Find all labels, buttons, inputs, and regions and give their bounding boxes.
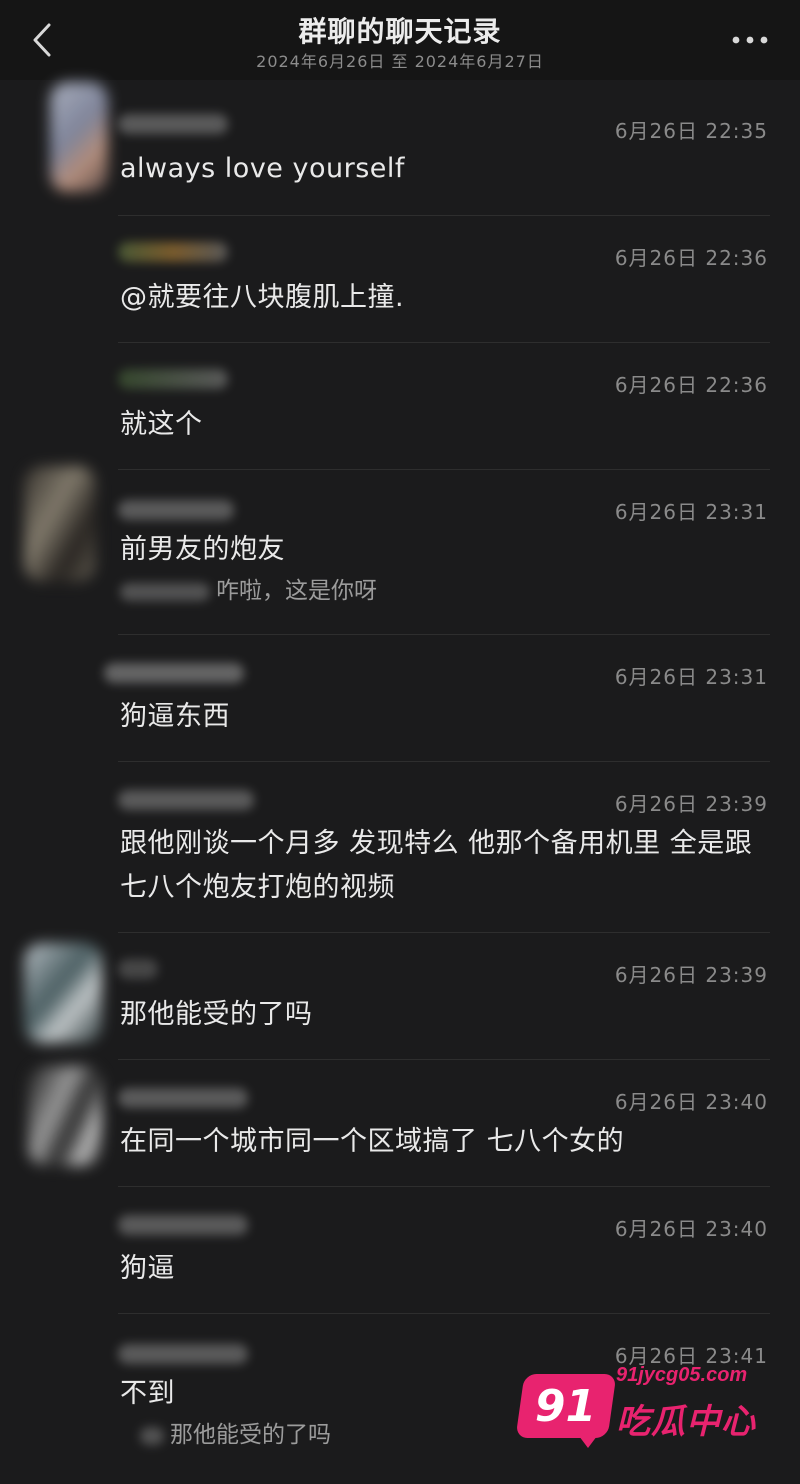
sender-name xyxy=(118,1344,248,1364)
sender-name xyxy=(118,1088,248,1108)
sender-name xyxy=(118,959,158,979)
page-title: 群聊的聊天记录 xyxy=(298,15,502,48)
quoted-text: 咋啦，这是你呀 xyxy=(216,578,377,604)
nav-bar: 群聊的聊天记录 2024年6月26日 至 2024年6月27日 xyxy=(0,0,800,80)
message-text: 狗逼东西 xyxy=(120,701,230,732)
sender-name xyxy=(104,663,244,683)
message-text: 就这个 xyxy=(120,409,203,440)
sender-name xyxy=(118,1215,248,1235)
message-text: 在同一个城市同一个区域搞了 七八个女的 xyxy=(120,1126,625,1157)
watermark-url: 91jycg05.com xyxy=(616,1364,748,1386)
avatar[interactable] xyxy=(24,466,96,582)
avatar[interactable] xyxy=(50,82,108,192)
chat-message[interactable]: 6月26日 23:31 狗逼东西 xyxy=(0,635,800,761)
sender-name xyxy=(118,114,228,134)
watermark-badge-tail xyxy=(576,1432,600,1448)
chat-message[interactable]: 6月26日 23:39 跟他刚谈一个月多 发现特么 他那个备用机里 全是跟七八个… xyxy=(0,762,800,932)
quoted-reply: 那他能受的了吗 xyxy=(140,1420,331,1450)
message-time: 6月26日 23:31 xyxy=(614,500,768,524)
chat-message[interactable]: 6月26日 23:40 在同一个城市同一个区域搞了 七八个女的 xyxy=(0,1060,800,1186)
message-time: 6月26日 22:36 xyxy=(614,373,768,397)
message-time: 6月26日 22:35 xyxy=(614,119,768,143)
date-range: 2024年6月26日 至 2024年6月27日 xyxy=(256,52,544,71)
message-time: 6月26日 22:36 xyxy=(614,246,768,270)
chat-message[interactable]: 6月26日 23:39 那他能受的了吗 xyxy=(0,933,800,1059)
sender-name xyxy=(118,242,228,262)
quoted-reply: 咋啦，这是你呀 xyxy=(120,576,377,606)
message-text: 前男友的炮友 xyxy=(120,534,285,565)
sender-name xyxy=(118,369,228,389)
message-time: 6月26日 23:40 xyxy=(614,1090,768,1114)
message-text: 跟他刚谈一个月多 发现特么 他那个备用机里 全是跟七八个炮友打炮的视频 xyxy=(120,828,753,903)
sender-name xyxy=(118,500,234,520)
quoted-sender xyxy=(140,1426,164,1445)
message-text: always love yourself xyxy=(120,153,405,184)
message-time: 6月26日 23:39 xyxy=(614,792,768,816)
message-text: 那他能受的了吗 xyxy=(120,999,313,1030)
quoted-text: 那他能受的了吗 xyxy=(170,1422,331,1448)
chat-message[interactable]: 6月26日 22:36 @就要往八块腹肌上撞. xyxy=(0,216,800,343)
chat-message[interactable]: 6月26日 22:35 always love yourself xyxy=(0,82,800,216)
watermark-name: 吃瓜中心 xyxy=(616,1402,756,1442)
watermark-badge: 91 xyxy=(515,1374,617,1438)
more-button[interactable] xyxy=(730,24,770,56)
message-text: 狗逼 xyxy=(120,1253,175,1284)
avatar[interactable] xyxy=(28,1066,102,1166)
watermark-badge-text: 91 xyxy=(535,1380,597,1432)
message-text: @就要往八块腹肌上撞. xyxy=(120,282,405,313)
more-dots-icon xyxy=(732,36,768,44)
avatar[interactable] xyxy=(24,943,102,1043)
message-time: 6月26日 23:31 xyxy=(614,665,768,689)
sender-name xyxy=(118,790,254,810)
chat-message[interactable]: 6月26日 22:36 就这个 xyxy=(0,343,800,469)
chat-message[interactable]: 6月26日 23:31 前男友的炮友 咋啦，这是你呀 xyxy=(0,466,800,634)
quoted-sender xyxy=(120,582,210,601)
message-time: 6月26日 23:40 xyxy=(614,1217,768,1241)
watermark-logo: 91 91jycg05.com 吃瓜中心 xyxy=(515,1362,780,1452)
message-time: 6月26日 23:39 xyxy=(614,963,768,987)
chat-message[interactable]: 6月26日 23:40 狗逼 xyxy=(0,1187,800,1313)
